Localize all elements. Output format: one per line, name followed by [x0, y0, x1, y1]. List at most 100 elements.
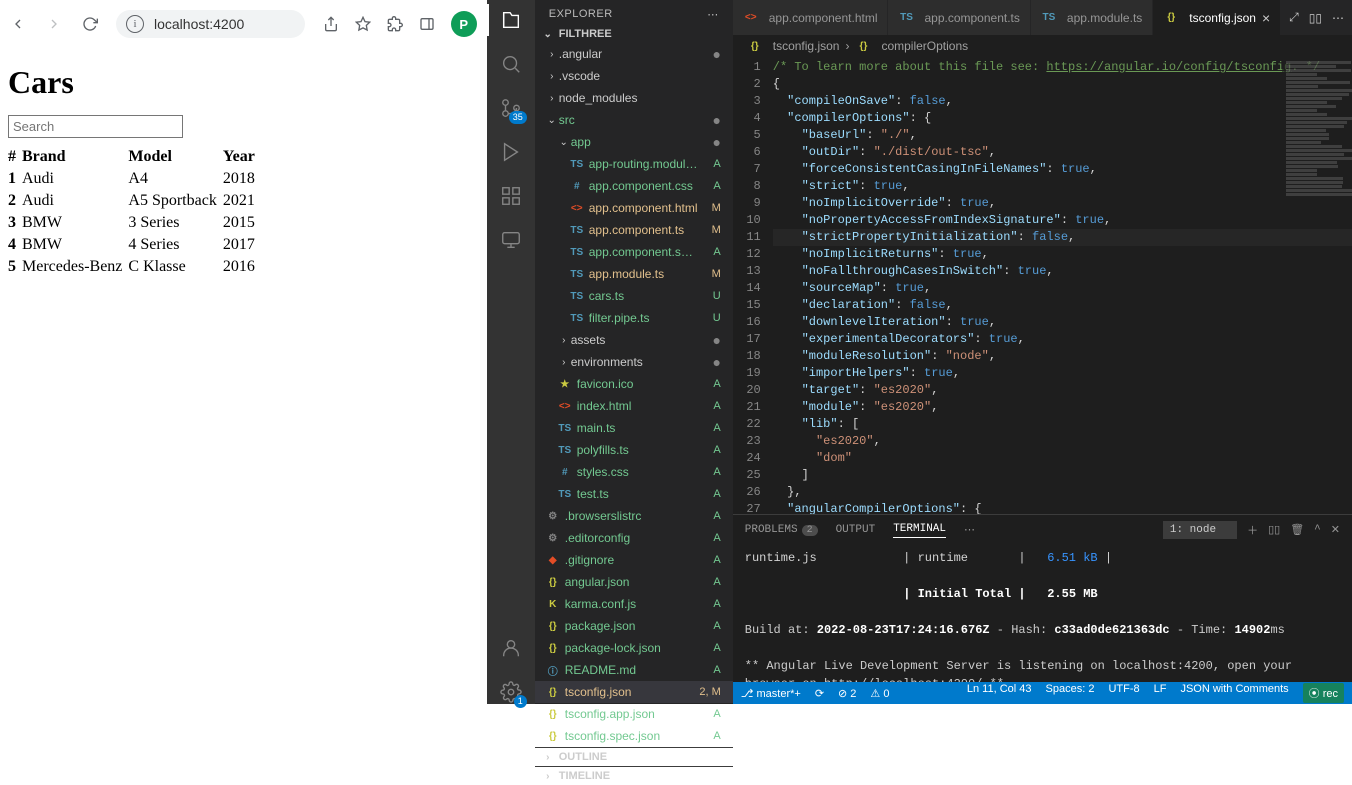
file-icon: TS	[569, 288, 585, 304]
file-item[interactable]: ⚙.browserslistrcA	[535, 505, 733, 527]
file-item[interactable]: ⚙.editorconfigA	[535, 527, 733, 549]
file-icon: TS	[569, 266, 585, 282]
search-input[interactable]	[8, 115, 183, 138]
more-actions-icon[interactable]: ⋯	[1332, 11, 1344, 25]
editor-tab[interactable]: TSapp.module.ts	[1031, 0, 1153, 35]
timeline-section[interactable]: ›TIMELINE	[535, 766, 733, 785]
reload-icon[interactable]	[82, 16, 98, 32]
table-row: 3BMW3 Series2015	[8, 212, 261, 234]
file-tree: ›.angular●›.vscode›node_modules⌄src●⌄app…	[535, 43, 733, 747]
file-item[interactable]: {}tsconfig.spec.jsonA	[535, 725, 733, 747]
split-terminal-icon[interactable]: ▯▯	[1268, 523, 1280, 537]
account-activity-icon[interactable]	[499, 636, 523, 660]
file-item[interactable]: ★favicon.icoA	[535, 373, 733, 395]
file-icon: ★	[557, 376, 573, 392]
minimap[interactable]	[1282, 57, 1352, 227]
sync-status[interactable]: ⟳	[815, 687, 824, 700]
site-info-icon[interactable]: i	[126, 15, 144, 33]
new-terminal-icon[interactable]: ＋	[1247, 522, 1258, 538]
terminal-select[interactable]: 1: node	[1163, 521, 1237, 539]
output-tab[interactable]: OUTPUT	[836, 524, 876, 536]
file-item[interactable]: {}tsconfig.json2, M	[535, 681, 733, 703]
file-item[interactable]: <>index.htmlA	[535, 395, 733, 417]
split-editor-icon[interactable]: ▯▯	[1309, 11, 1322, 25]
more-panel-icon[interactable]: ⋯	[964, 523, 975, 537]
settings-activity-icon[interactable]: 1	[499, 680, 523, 704]
folder-item[interactable]: ⌄src●	[535, 109, 733, 131]
browser-window: i localhost:4200 P Cars #BrandModelYear …	[0, 0, 487, 704]
maximize-panel-icon[interactable]: ^	[1314, 524, 1321, 536]
sidepanel-icon[interactable]	[419, 16, 435, 32]
close-tab-icon[interactable]: ×	[1262, 10, 1270, 26]
share-icon[interactable]	[323, 16, 339, 32]
back-icon[interactable]	[10, 16, 26, 32]
scm-activity-icon[interactable]: 35	[499, 96, 523, 120]
encoding-status[interactable]: UTF-8	[1108, 683, 1139, 703]
file-icon: TS	[557, 486, 573, 502]
file-item[interactable]: ⓘREADME.mdA	[535, 659, 733, 681]
activity-bar: 35 1	[487, 0, 535, 704]
folder-item[interactable]: ›.vscode	[535, 65, 733, 87]
terminal-body[interactable]: runtime.js | runtime | 6.51 kB | | Initi…	[733, 545, 1352, 704]
file-icon: {}	[545, 640, 561, 656]
code-editor[interactable]: 1234567891011121314151617181920212223242…	[733, 57, 1352, 514]
file-icon: TS	[557, 420, 573, 436]
file-item[interactable]: TSapp.module.tsM	[535, 263, 733, 285]
remote-activity-icon[interactable]	[499, 228, 523, 252]
trash-icon[interactable]: 🗑	[1290, 523, 1304, 537]
editor-tab[interactable]: <>app.component.html	[733, 0, 889, 35]
folder-item[interactable]: ›assets●	[535, 329, 733, 351]
close-panel-icon[interactable]: ✕	[1331, 523, 1340, 537]
errors-status[interactable]: ⊘ 2	[838, 687, 856, 700]
file-item[interactable]: #styles.cssA	[535, 461, 733, 483]
file-item[interactable]: TScars.tsU	[535, 285, 733, 307]
warnings-status[interactable]: ⚠ 0	[870, 687, 889, 700]
search-activity-icon[interactable]	[499, 52, 523, 76]
eol-status[interactable]: LF	[1154, 683, 1167, 703]
outline-section[interactable]: ›OUTLINE	[535, 747, 733, 766]
terminal-tab[interactable]: TERMINAL	[893, 523, 946, 538]
terminal-panel: PROBLEMS2 OUTPUT TERMINAL ⋯ 1: node ＋ ▯▯…	[733, 514, 1352, 704]
profile-avatar[interactable]: P	[451, 11, 477, 37]
file-item[interactable]: TSapp.component.spec.tsA	[535, 241, 733, 263]
breadcrumb[interactable]: {} tsconfig.json › {} compilerOptions	[733, 35, 1352, 57]
file-item[interactable]: TStest.tsA	[535, 483, 733, 505]
lang-status[interactable]: JSON with Comments	[1180, 683, 1288, 703]
file-item[interactable]: ◆.gitignoreA	[535, 549, 733, 571]
folder-item[interactable]: ›environments●	[535, 351, 733, 373]
file-item[interactable]: TSapp.component.tsM	[535, 219, 733, 241]
file-item[interactable]: {}package-lock.jsonA	[535, 637, 733, 659]
problems-tab[interactable]: PROBLEMS2	[745, 524, 818, 536]
editor-tab[interactable]: TSapp.component.ts	[888, 0, 1030, 35]
compare-icon[interactable]: ⤢	[1289, 10, 1299, 25]
file-item[interactable]: TSpolyfills.tsA	[535, 439, 733, 461]
address-bar[interactable]: i localhost:4200	[116, 10, 305, 38]
extensions-activity-icon[interactable]	[499, 184, 523, 208]
file-item[interactable]: {}tsconfig.app.jsonA	[535, 703, 733, 725]
forward-icon[interactable]	[46, 16, 62, 32]
debug-activity-icon[interactable]	[499, 140, 523, 164]
file-item[interactable]: {}angular.jsonA	[535, 571, 733, 593]
file-item[interactable]: #app.component.cssA	[535, 175, 733, 197]
explorer-activity-icon[interactable]	[499, 8, 523, 32]
file-item[interactable]: Kkarma.conf.jsA	[535, 593, 733, 615]
cursor-pos[interactable]: Ln 11, Col 43	[967, 683, 1032, 703]
file-item[interactable]: TSapp-routing.module.tsA	[535, 153, 733, 175]
scm-badge: 35	[509, 111, 527, 124]
project-root[interactable]: ⌄FILTHREE	[535, 25, 733, 43]
file-item[interactable]: TSmain.tsA	[535, 417, 733, 439]
browser-toolbar: i localhost:4200 P	[0, 0, 487, 48]
folder-item[interactable]: ›node_modules	[535, 87, 733, 109]
more-icon[interactable]: ⋯	[707, 8, 719, 21]
file-item[interactable]: TSfilter.pipe.tsU	[535, 307, 733, 329]
file-item[interactable]: {}package.jsonA	[535, 615, 733, 637]
file-item[interactable]: <>app.component.htmlM	[535, 197, 733, 219]
folder-item[interactable]: ›.angular●	[535, 43, 733, 65]
live-status[interactable]: ⦿ rec	[1303, 683, 1344, 703]
star-icon[interactable]	[355, 16, 371, 32]
extensions-icon[interactable]	[387, 16, 403, 32]
folder-item[interactable]: ⌄app●	[535, 131, 733, 153]
editor-tab[interactable]: {}tsconfig.json×	[1153, 0, 1281, 35]
branch-status[interactable]: ⎇ master*+	[741, 687, 801, 700]
indent-status[interactable]: Spaces: 2	[1046, 683, 1095, 703]
